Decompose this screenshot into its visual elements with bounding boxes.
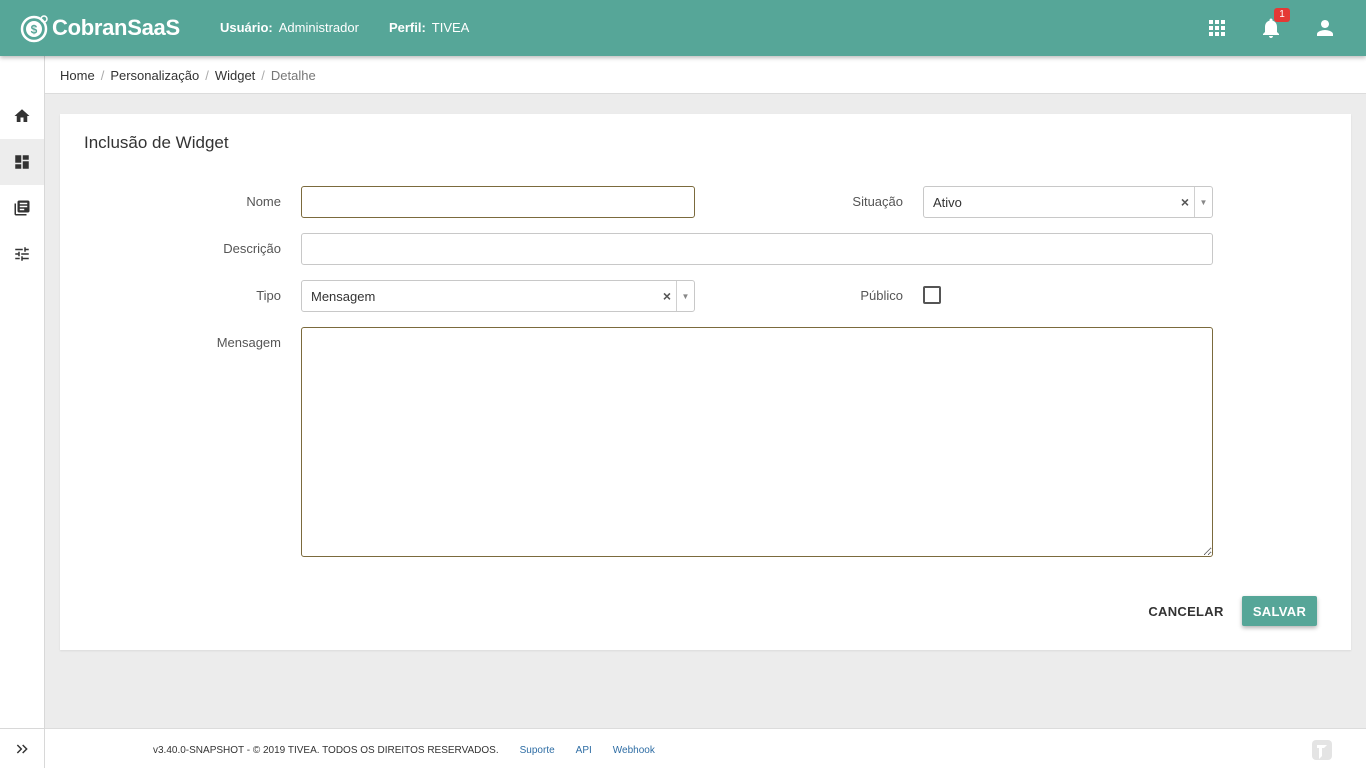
library-icon [14,200,30,216]
profile-label: Perfil: [388,20,426,35]
brand-name: CobranSaaS [52,15,180,40]
sidebar-item-home[interactable] [0,93,44,139]
sidebar-item-settings[interactable] [0,231,44,277]
dashboard-icon [15,155,29,169]
publico-label: Público [860,288,903,303]
sidebar-expand-button[interactable] [0,728,44,768]
logo-icon: $ [20,15,48,43]
top-bar: $ CobranSaaS Usuário: Administrador Perfi… [0,0,1366,56]
tipo-label: Tipo [256,288,281,303]
tipo-selected-value: Mensagem [311,288,376,304]
sidebar-item-dashboard[interactable] [0,139,44,185]
profile-value: TIVEA [431,20,470,35]
copyright-text: v3.40.0-SNAPSHOT - © 2019 TIVEA. TODOS O… [153,745,499,756]
breadcrumb-personalizacao[interactable]: Personalização [110,68,199,83]
situacao-label: Situação [852,194,903,209]
double-chevron-right-icon [16,743,28,754]
app-logo[interactable]: $ CobranSaaS [20,12,180,44]
widget-form-card: Inclusão de Widget Nome Situação Ativo ×… [60,114,1351,650]
profile-field: Perfil: TIVEA [389,20,469,35]
breadcrumb-widget[interactable]: Widget [215,68,255,83]
sidebar [0,56,45,768]
footer-link-api[interactable]: API [576,745,592,756]
account-icon[interactable] [1313,16,1337,40]
nome-label: Nome [246,194,281,209]
publico-checkbox[interactable] [923,286,941,304]
situacao-clear-icon[interactable]: × [1176,194,1194,210]
tipo-select[interactable]: Mensagem × ▼ [301,280,695,312]
breadcrumb-home[interactable]: Home [60,68,95,83]
breadcrumb: Home / Personalização / Widget / Detalhe [60,68,316,83]
cancel-button[interactable]: CANCELAR [1144,596,1228,626]
tipo-dropdown-arrow-icon[interactable]: ▼ [676,281,694,311]
breadcrumb-detalhe: Detalhe [270,68,316,83]
descricao-input[interactable] [301,233,1213,265]
breadcrumb-separator: / [100,68,105,83]
mensagem-textarea[interactable] [301,327,1213,557]
breadcrumb-separator: / [205,68,209,83]
breadcrumb-bar: Home / Personalização / Widget / Detalhe [45,56,1366,94]
sidebar-item-library[interactable] [0,185,44,231]
user-label: Usuário: [220,20,273,35]
situacao-selected-value: Ativo [933,194,962,210]
user-field: Usuário: Administrador [220,20,359,35]
vendor-logo-icon [1312,740,1332,760]
breadcrumb-separator: / [261,68,265,83]
footer-link-webhook[interactable]: Webhook [613,745,655,756]
nome-input[interactable] [301,186,695,218]
situacao-select[interactable]: Ativo × ▼ [923,186,1213,218]
user-info: Usuário: Administrador Perfil: TIVEA [220,20,469,35]
tipo-clear-icon[interactable]: × [658,288,676,304]
tune-icon [15,247,29,261]
footer: v3.40.0-SNAPSHOT - © 2019 TIVEA. TODOS O… [45,728,1366,768]
situacao-dropdown-arrow-icon[interactable]: ▼ [1194,187,1212,217]
save-button[interactable]: SALVAR [1242,596,1317,626]
page-title: Inclusão de Widget [84,133,229,152]
footer-link-suporte[interactable]: Suporte [520,745,555,756]
mensagem-label: Mensagem [216,335,281,350]
descricao-label: Descrição [223,241,281,256]
footer-content: v3.40.0-SNAPSHOT - © 2019 TIVEA. TODOS O… [153,745,655,756]
apps-grid-icon[interactable] [1205,16,1229,40]
user-value: Administrador [278,20,359,35]
svg-text:$: $ [31,23,38,37]
notification-badge: 1 [1274,8,1290,22]
home-icon [14,109,30,122]
